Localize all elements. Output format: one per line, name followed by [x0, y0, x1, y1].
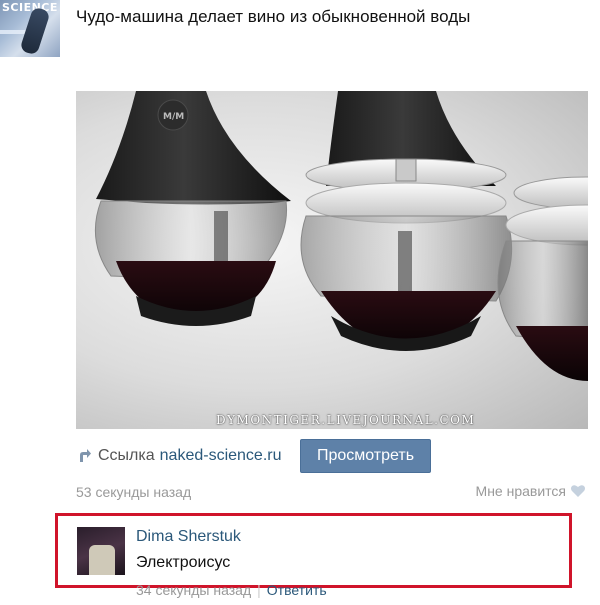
comment-text: Электроисус: [136, 554, 231, 571]
heart-icon: [571, 485, 585, 497]
comment-meta: 34 секунды назад | Ответить: [136, 582, 327, 598]
post-title: Чудо-машина делает вино из обыкновенной …: [76, 7, 471, 26]
avatar-figure: [89, 545, 115, 575]
device-logo: M/M: [163, 112, 184, 122]
post-image[interactable]: M/M DYMONTIGER.LIVEJOURNAL.COM: [76, 91, 588, 429]
comment-author-name[interactable]: Dima Sherstuk: [136, 528, 241, 546]
reply-link[interactable]: Ответить: [267, 582, 327, 598]
avatar-cover-text: SCIENCE: [2, 1, 58, 14]
link-arrow-icon: [80, 449, 91, 462]
comment-separator: |: [257, 582, 261, 598]
comment-author-avatar[interactable]: [77, 527, 125, 575]
post-timestamp[interactable]: 53 секунды назад: [76, 484, 191, 500]
link-prefix: Ссылка: [98, 447, 155, 464]
comment-timestamp[interactable]: 34 секунды назад: [136, 582, 251, 598]
left-machine-top: [96, 91, 291, 205]
wine-machine-illustration: M/M: [94, 91, 588, 381]
image-watermark: DYMONTIGER.LIVEJOURNAL.COM: [216, 413, 476, 427]
post-author-avatar[interactable]: SCIENCE: [0, 0, 60, 57]
view-button[interactable]: Просмотреть: [300, 439, 431, 473]
like-label: Мне нравится: [475, 483, 566, 499]
link-row: Ссылка naked-science.ru: [76, 439, 281, 473]
comment-highlight-frame: [55, 513, 572, 588]
like-button[interactable]: Мне нравится: [476, 483, 586, 499]
link-domain[interactable]: naked-science.ru: [160, 447, 282, 465]
